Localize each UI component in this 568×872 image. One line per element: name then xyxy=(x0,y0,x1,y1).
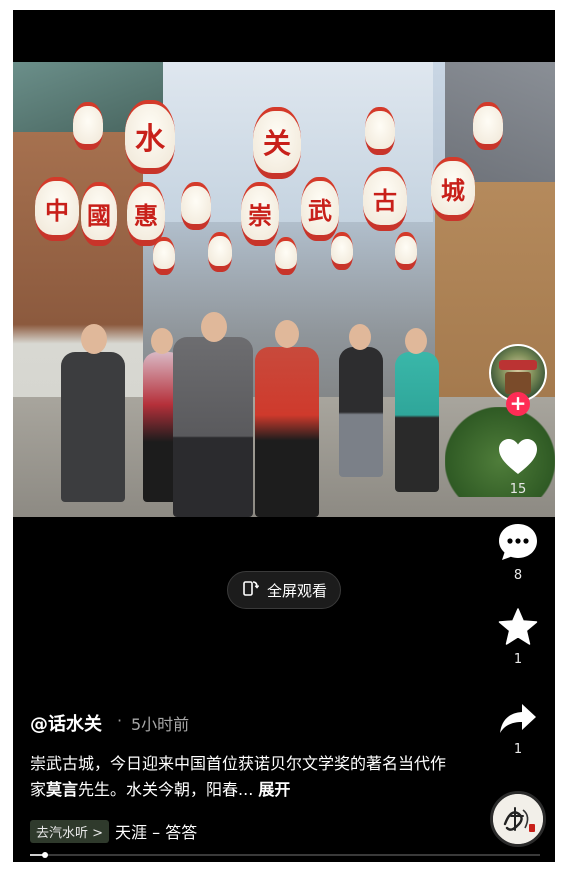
video-progress-bar[interactable] xyxy=(30,852,540,858)
music-disc[interactable] xyxy=(490,791,546,847)
share-arrow-icon xyxy=(500,704,536,733)
person xyxy=(395,352,439,492)
lantern xyxy=(331,232,353,270)
music-cover-icon xyxy=(493,794,543,844)
lantern: 國 xyxy=(81,182,117,246)
comment-button[interactable]: 8 xyxy=(491,522,545,583)
video-feed-screen: 水 关 古 城 中 國 惠 崇 武 全屏观看 + 15 8 1 1 @话水关 ·… xyxy=(13,10,555,862)
star-icon xyxy=(498,608,538,645)
rotate-screen-icon xyxy=(241,579,260,601)
music-title: 天涯 – 答答 xyxy=(115,823,198,842)
person xyxy=(255,347,319,517)
comment-count: 8 xyxy=(513,568,523,583)
favorite-button[interactable]: 1 xyxy=(491,608,545,667)
lantern: 城 xyxy=(431,157,475,221)
expand-link[interactable]: 展开 xyxy=(258,780,290,799)
lantern xyxy=(473,102,503,150)
lantern xyxy=(395,232,417,270)
lantern: 崇 xyxy=(241,182,279,246)
lantern xyxy=(365,107,395,155)
person xyxy=(61,352,125,502)
lantern: 水 xyxy=(125,100,175,174)
post-description[interactable]: 崇武古城，今日迎来中国首位获诺贝尔文学奖的著名当代作家莫言先生。水关今朝，阳春.… xyxy=(30,751,460,803)
lantern xyxy=(153,237,175,275)
person-head xyxy=(349,324,371,350)
lantern xyxy=(275,237,297,275)
author-name[interactable]: @话水关 xyxy=(30,710,102,736)
lantern: 武 xyxy=(301,177,339,241)
person-head xyxy=(151,328,173,354)
lantern: 中 xyxy=(35,177,79,241)
person-head xyxy=(275,320,299,348)
favorite-count: 1 xyxy=(513,652,523,667)
lantern: 惠 xyxy=(127,182,165,246)
avatar-image-detail xyxy=(499,360,537,370)
video-frame[interactable]: 水 关 古 城 中 國 惠 崇 武 xyxy=(13,62,555,517)
like-button[interactable]: 15 xyxy=(491,438,545,497)
heart-icon xyxy=(499,439,537,474)
person-head xyxy=(201,312,227,342)
progress-knob[interactable] xyxy=(42,852,49,858)
comment-icon xyxy=(499,524,537,560)
like-count: 15 xyxy=(509,482,527,497)
music-row[interactable]: 去汽水听 > 天涯 – 答答 xyxy=(30,819,197,843)
fullscreen-button[interactable]: 全屏观看 xyxy=(227,571,341,609)
separator-dot: · xyxy=(117,711,123,730)
description-text: 先生。水关今朝，阳春... xyxy=(78,780,254,799)
share-count: 1 xyxy=(513,742,523,757)
lantern: 关 xyxy=(253,107,301,179)
lantern xyxy=(208,232,232,272)
post-time: 5小时前 xyxy=(131,715,190,734)
lantern: 古 xyxy=(363,167,407,231)
music-tag[interactable]: 去汽水听 > xyxy=(30,819,110,843)
description-bold-name: 莫言 xyxy=(46,780,79,799)
lantern xyxy=(73,102,103,150)
lantern xyxy=(181,182,211,230)
person-head xyxy=(81,324,107,354)
follow-button[interactable]: + xyxy=(506,392,530,416)
share-button[interactable]: 1 xyxy=(491,702,545,757)
fullscreen-label: 全屏观看 xyxy=(266,581,327,600)
person-head xyxy=(405,328,427,354)
person xyxy=(339,347,383,477)
person xyxy=(173,337,253,517)
